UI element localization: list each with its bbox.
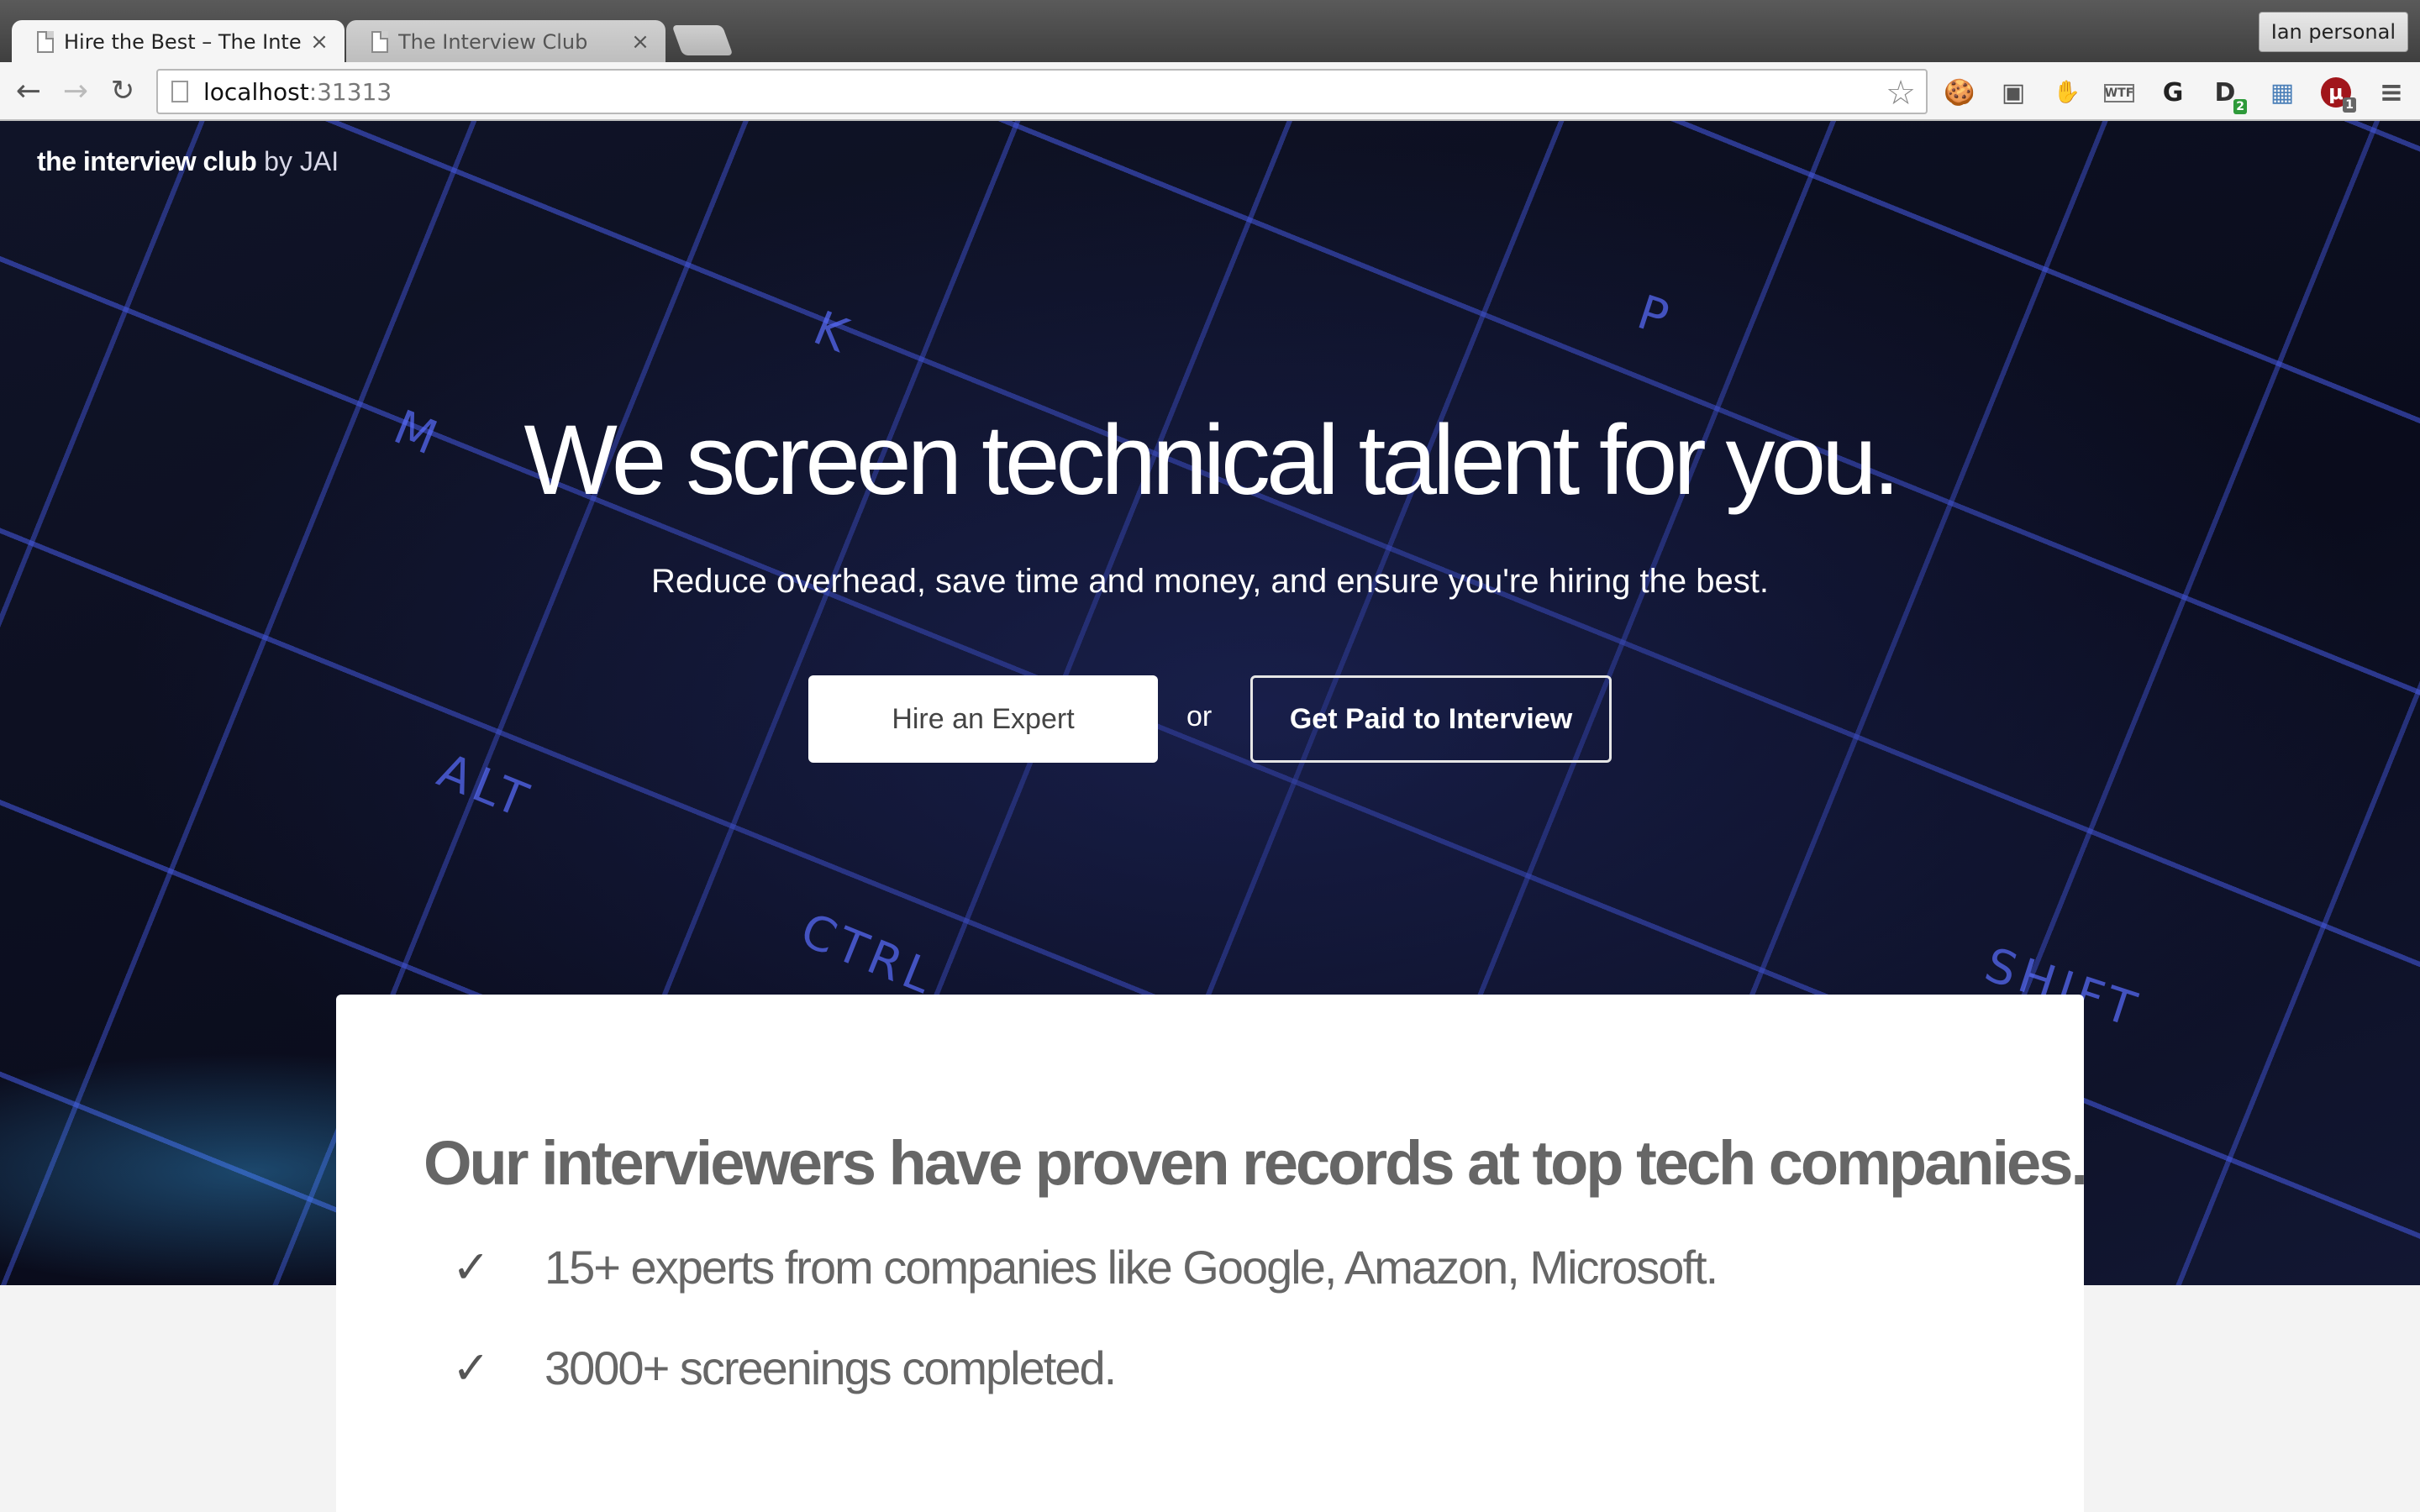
close-tab-icon[interactable]: × — [309, 29, 329, 55]
keyboard-key-label: CTRL — [792, 903, 944, 1006]
page-icon — [171, 81, 188, 102]
extension-badge: 2 — [2233, 99, 2247, 114]
feature-text: 15+ experts from companies like Google, … — [544, 1241, 1718, 1294]
google-icon[interactable]: G — [2156, 76, 2190, 109]
forward-arrow-icon[interactable]: → — [57, 72, 94, 109]
card-title: Our interviewers have proven records at … — [424, 1128, 2088, 1198]
brand-logo[interactable]: the interview club by JAI — [37, 146, 339, 177]
profile-button[interactable]: Ian personal — [2258, 12, 2408, 52]
cookie-icon[interactable]: 🍪 — [1943, 76, 1976, 109]
tab-title: Hire the Best – The Intervie — [64, 30, 302, 54]
checkmark-icon: ✓ — [452, 1241, 490, 1294]
evernote-icon[interactable]: ✋ — [2050, 76, 2084, 109]
google-glyph: G — [2162, 77, 2184, 108]
ublock-icon[interactable]: μ 1 — [2321, 77, 2356, 113]
tab-the-interview-club[interactable]: The Interview Club × — [346, 20, 666, 64]
get-paid-to-interview-button[interactable]: Get Paid to Interview — [1250, 675, 1612, 763]
tab-hire-the-best[interactable]: Hire the Best – The Intervie × — [12, 20, 345, 64]
tab-title: The Interview Club — [398, 30, 588, 54]
interviewers-card: Our interviewers have proven records at … — [336, 995, 2088, 1512]
back-arrow-icon[interactable]: ← — [10, 72, 47, 109]
extension-badge: 1 — [2343, 97, 2356, 113]
keyboard-key-label: K — [806, 301, 860, 365]
d-glyph: D — [2214, 77, 2236, 108]
close-tab-icon[interactable]: × — [630, 29, 650, 55]
browser-toolbar: ← → ↻ localhost:31313 ☆ 🍪 ▣ ✋ WTF G D 2 … — [0, 62, 2420, 121]
feature-item: ✓ 3000+ screenings completed. — [452, 1341, 1117, 1395]
menu-icon[interactable]: ≡ — [2375, 76, 2408, 109]
wtf-glyph: WTF — [2104, 87, 2134, 100]
keyboard-key-label: ALT — [429, 743, 540, 830]
reload-icon[interactable]: ↻ — [104, 72, 141, 109]
hero-subheadline: Reduce overhead, save time and money, an… — [651, 563, 1769, 600]
feature-item: ✓ 15+ experts from companies like Google… — [452, 1240, 1718, 1294]
brand-byline: by JAI — [256, 146, 339, 176]
new-tab-button[interactable] — [671, 25, 734, 55]
url-host: localhost — [203, 77, 309, 106]
image-icon[interactable]: ▦ — [2265, 76, 2299, 109]
image-glyph: ▦ — [2270, 77, 2295, 108]
keyboard-key-label: P — [1630, 285, 1680, 348]
address-bar[interactable]: localhost:31313 ☆ — [156, 69, 1928, 114]
page-icon — [371, 31, 388, 53]
window-glyph: ▣ — [2001, 77, 2026, 108]
hire-an-expert-button[interactable]: Hire an Expert — [808, 675, 1158, 763]
url-port: :31313 — [308, 77, 392, 106]
bookmark-star-icon[interactable]: ☆ — [1886, 74, 1916, 113]
or-separator: or — [1186, 701, 1213, 732]
hero-headline: We screen technical talent for you. — [523, 405, 1900, 516]
ublock-glyph: μ — [2328, 81, 2344, 104]
evernote-glyph: ✋ — [2053, 80, 2081, 105]
browser-tab-strip: Hire the Best – The Intervie × The Inter… — [0, 0, 2420, 64]
checkmark-icon: ✓ — [452, 1341, 490, 1394]
window-icon[interactable]: ▣ — [1996, 76, 2030, 109]
feature-text: 3000+ screenings completed. — [544, 1341, 1117, 1394]
cookie-glyph: 🍪 — [1944, 77, 1975, 108]
brand-name: the interview club — [37, 146, 257, 176]
wtf-icon[interactable]: WTF — [2104, 84, 2134, 102]
page-icon — [37, 31, 54, 53]
d-extension-icon[interactable]: D 2 — [2208, 76, 2247, 114]
